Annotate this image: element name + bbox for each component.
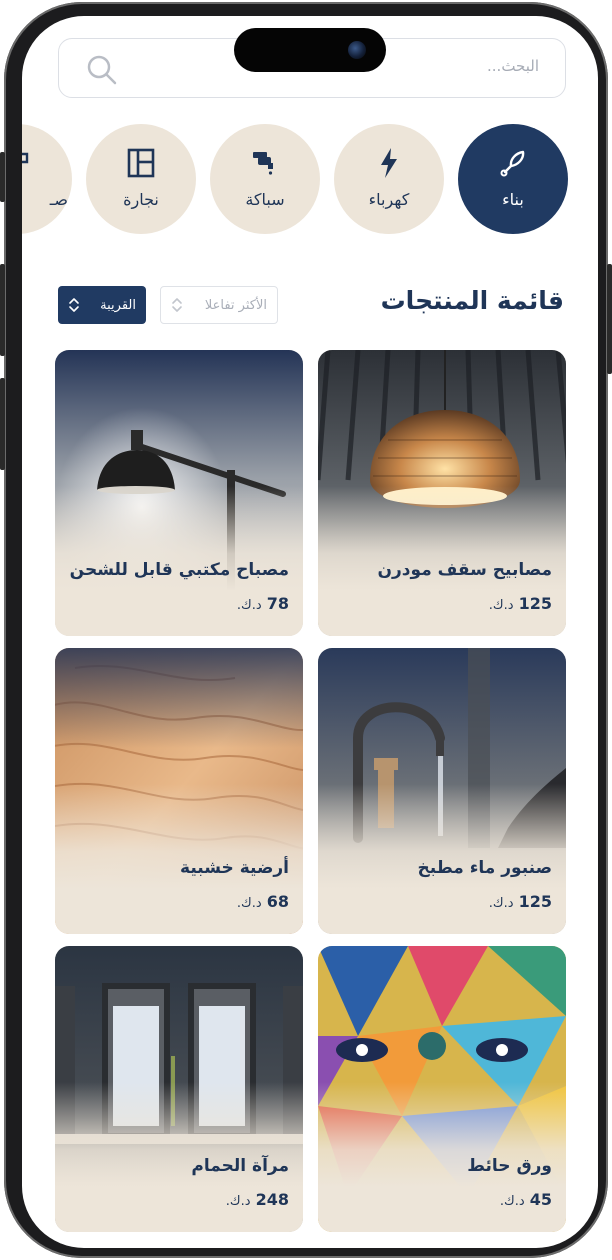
sort-chevron-icon [172,298,182,312]
mute-switch [0,152,5,202]
app-screen: البحث... بناء كهرباء سباكة نجارة صـ قائم… [22,16,598,1248]
front-camera [348,41,366,59]
category-label: نجارة [123,190,159,209]
category-construction[interactable]: بناء [458,124,568,234]
category-label: صـ [49,190,68,209]
faucet-icon [253,152,273,175]
lightning-icon [381,148,397,178]
category-label: سباكة [245,190,285,209]
price-value: 125 [518,892,552,911]
product-list-title: قائمة المنتجات [380,286,564,315]
product-card[interactable]: صنبور ماء مطبخ 125 د.ك. [318,648,566,934]
product-price: 45 د.ك. [500,1190,552,1209]
sort-label: الأكثر تفاعلا [204,297,267,313]
product-price: 248 د.ك. [226,1190,289,1209]
search-icon[interactable] [85,53,119,87]
sort-chevron-icon [69,298,79,312]
product-card[interactable]: ورق حائط 45 د.ك. [318,946,566,1232]
category-label: بناء [502,190,524,209]
product-card[interactable]: أرضية خشبية 68 د.ك. [55,648,303,934]
product-name: ورق حائط [467,1156,552,1176]
category-electricity[interactable]: كهرباء [334,124,444,234]
product-name: أرضية خشبية [180,858,289,878]
volume-up-button [0,264,5,356]
price-currency: د.ك. [236,598,262,613]
product-price: 125 د.ك. [489,892,552,911]
volume-down-button [0,378,5,470]
price-value: 45 [529,1190,552,1209]
dynamic-island [234,28,386,72]
phone-frame: البحث... بناء كهرباء سباكة نجارة صـ قائم… [0,2,612,1258]
price-currency: د.ك. [236,896,262,911]
price-currency: د.ك. [488,598,514,613]
product-name: مصباح مكتبي قابل للشحن [69,560,289,580]
price-currency: د.ك. [488,896,514,911]
category-label: كهرباء [368,190,410,209]
category-carousel[interactable]: بناء كهرباء سباكة نجارة صـ [22,124,598,236]
product-name: مصابيح سقف مودرن [377,560,552,580]
window-frame-icon [127,148,155,178]
power-button [607,264,612,374]
trowel-icon [500,150,525,177]
product-card[interactable]: مصباح مكتبي قابل للشحن 78 د.ك. [55,350,303,636]
category-carpentry[interactable]: نجارة [86,124,196,234]
sort-label: القريبة [100,297,136,313]
product-name: مرآة الحمام [191,1156,289,1176]
sort-nearest-button[interactable]: القريبة [58,286,146,324]
search-input[interactable]: البحث... [487,57,539,75]
product-card[interactable]: مصابيح سقف مودرن 125 د.ك. [318,350,566,636]
category-painting[interactable]: صـ [22,124,72,234]
price-value: 68 [266,892,289,911]
product-card[interactable]: مرآة الحمام 248 د.ك. [55,946,303,1232]
price-value: 78 [266,594,289,613]
product-name: صنبور ماء مطبخ [417,858,552,878]
paint-roller-icon [22,152,29,164]
sort-most-popular-button[interactable]: الأكثر تفاعلا [160,286,278,324]
product-price: 78 د.ك. [237,594,289,613]
price-currency: د.ك. [225,1194,251,1209]
price-currency: د.ك. [499,1194,525,1209]
product-price: 68 د.ك. [237,892,289,911]
price-value: 125 [518,594,552,613]
price-value: 248 [255,1190,289,1209]
category-plumbing[interactable]: سباكة [210,124,320,234]
product-price: 125 د.ك. [489,594,552,613]
